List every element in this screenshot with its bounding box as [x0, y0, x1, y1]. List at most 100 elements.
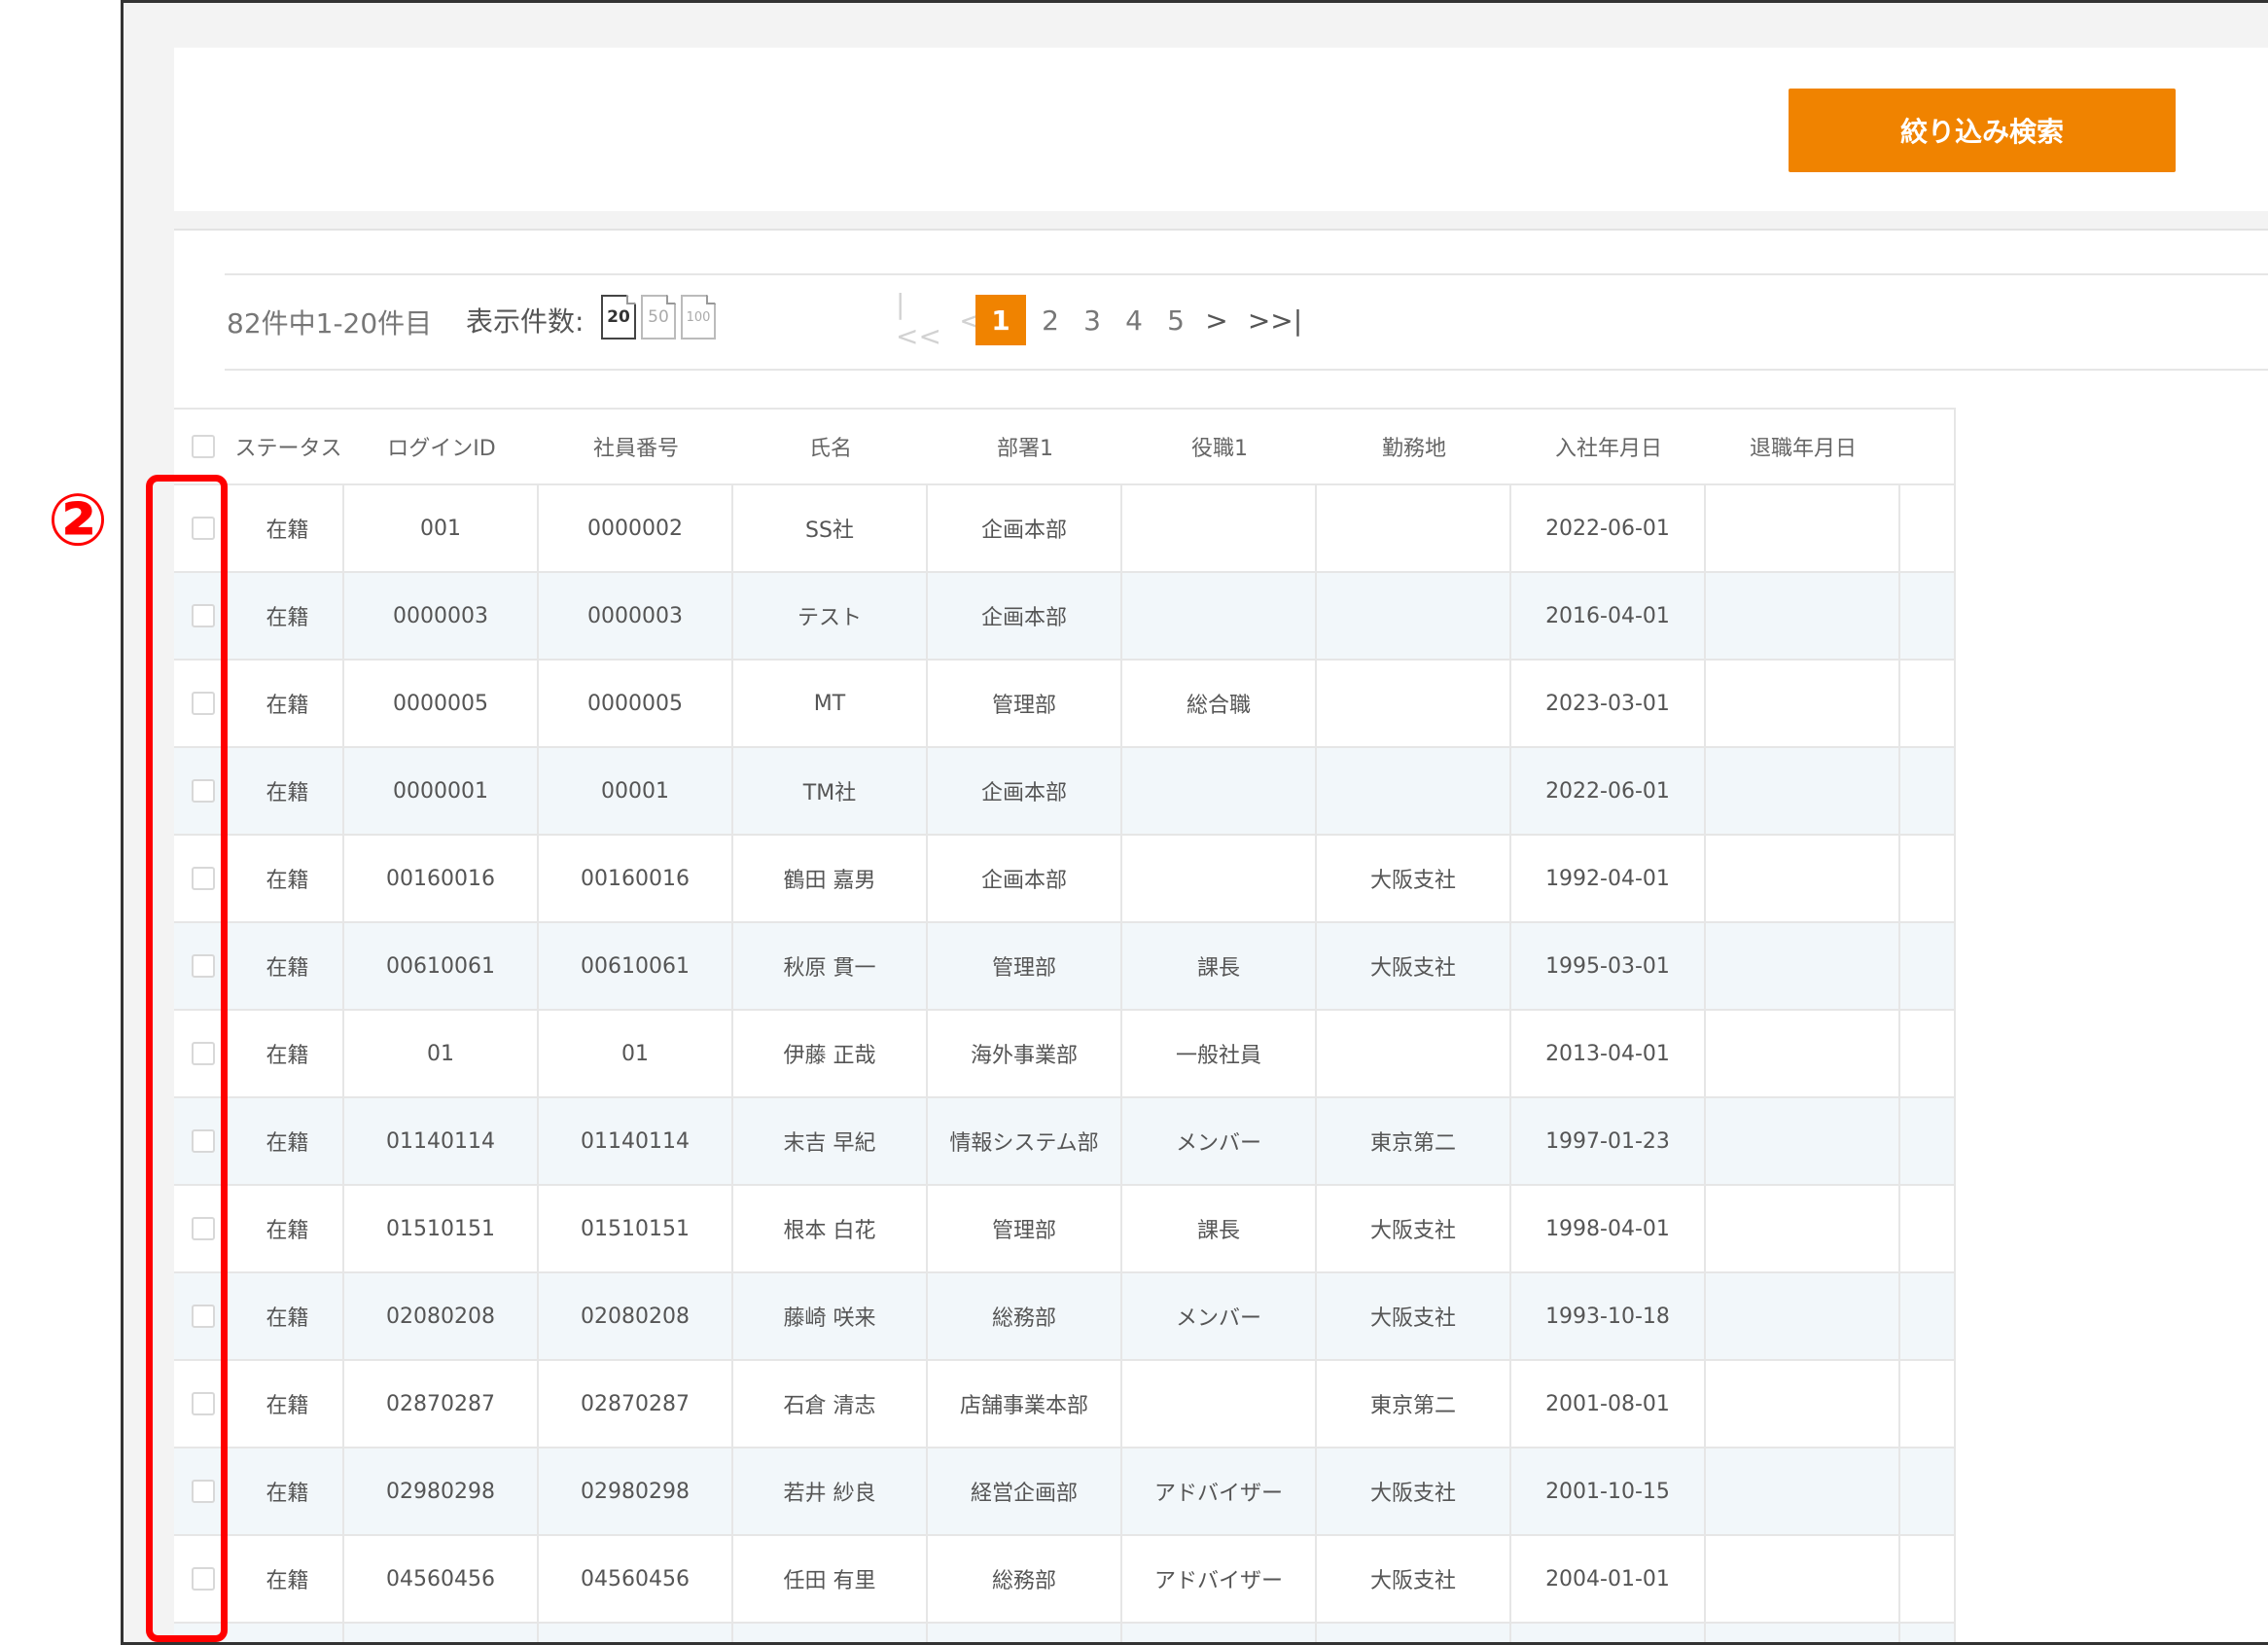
row-checkbox[interactable] [192, 1392, 215, 1415]
table-cell: 鶴田 嘉男 [733, 836, 928, 921]
annotation-number-marker: ② [47, 479, 109, 562]
table-row[interactable]: 在籍 04560456 04560456 任田 有里 総務部 アドバイザー 大阪支社 2004… [174, 1536, 1954, 1624]
table-cell: 総務部 [928, 1536, 1122, 1622]
table-cell: 大阪支社 [1317, 923, 1511, 1009]
page-button-3[interactable]: 3 [1072, 295, 1113, 345]
table-cell [1706, 1273, 1900, 1359]
row-checkbox[interactable] [192, 1042, 215, 1065]
table-cell: 大阪支社 [1317, 1448, 1511, 1534]
table-cell: 大阪支社 [1317, 1186, 1511, 1271]
table-cell: 01140114 [344, 1098, 539, 1184]
table-cell: 総合職 [1122, 661, 1317, 746]
table-cell: 総務部 [928, 1273, 1122, 1359]
column-header[interactable]: 入社年月日 [1511, 410, 1706, 483]
table-row[interactable]: 在籍 0000003 0000003 テスト 企画本部 2016-04-01 [174, 573, 1954, 661]
table-row[interactable]: 在籍 00610061 00610061 秋原 貫一 管理部 課長 大阪支社 1995-03-… [174, 923, 1954, 1011]
table-cell: 01 [344, 1011, 539, 1096]
first-page-icon[interactable]: |<< [896, 288, 944, 352]
employee-table: ステータス ログインID 社員番号 氏名 部署1 役職1 勤務地 入社年月日 退… [174, 408, 1954, 1642]
table-row[interactable]: 在籍 01 01 伊藤 正哉 海外事業部 一般社員 2013-04-01 [174, 1011, 1954, 1098]
table-cell: 藤崎 咲来 [733, 1273, 928, 1359]
table-cell [1511, 1624, 1706, 1642]
next-page-icon[interactable]: > [1197, 295, 1236, 345]
table-cell: 2016-04-01 [1511, 573, 1706, 659]
page-button-1[interactable]: 1 [975, 295, 1026, 345]
table-row[interactable]: 在籍 02870287 02870287 石倉 清志 店舗事業本部 東京第二 2001-08… [174, 1361, 1954, 1448]
row-select-cell [174, 1186, 232, 1271]
table-cell: 00610061 [539, 923, 733, 1009]
row-checkbox[interactable] [192, 1129, 215, 1153]
row-checkbox[interactable] [192, 692, 215, 715]
row-select-cell [174, 1448, 232, 1534]
table-row[interactable]: 在籍 01510151 01510151 根本 白花 管理部 課長 大阪支社 1998-04-… [174, 1186, 1954, 1273]
list-toolbar: 82件中1-20件目 表示件数: 20 50 100 |<< < 1 2 3 4 [225, 273, 2268, 371]
table-cell: 02980298 [539, 1448, 733, 1534]
table-row[interactable]: 在籍 01140114 01140114 末吉 早紀 情報システム部 メンバー 東京第二 19… [174, 1098, 1954, 1186]
table-cell: 1997-01-23 [1511, 1098, 1706, 1184]
table-row[interactable]: 在籍 0000001 00001 TM社 企画本部 2022-06-01 [174, 748, 1954, 836]
row-checkbox[interactable] [192, 954, 215, 978]
column-header[interactable]: ステータス [232, 410, 344, 483]
row-select-cell [174, 1361, 232, 1447]
table-cell: 在籍 [232, 1448, 344, 1534]
filter-search-button[interactable]: 絞り込み検索 [1789, 89, 2176, 172]
table-cell: 海外事業部 [928, 1011, 1122, 1096]
table-row[interactable]: 在籍 001 0000002 SS社 企画本部 2022-06-01 [174, 485, 1954, 573]
table-cell: 課長 [1122, 923, 1317, 1009]
column-header[interactable]: 退職年月日 [1706, 410, 1900, 483]
table-cell: 001 [344, 485, 539, 571]
table-cell: 00160016 [539, 836, 733, 921]
row-select-cell [174, 1273, 232, 1359]
table-cell [1706, 1186, 1900, 1271]
page-button-2[interactable]: 2 [1030, 295, 1071, 345]
table-cell: 東京第二 [1317, 1098, 1511, 1184]
table-cell: 石倉 清志 [733, 1361, 928, 1447]
table-row[interactable]: 在籍 00160016 00160016 鶴田 嘉男 企画本部 大阪支社 1992-04-0… [174, 836, 1954, 923]
row-checkbox[interactable] [192, 867, 215, 890]
row-select-cell [174, 1011, 232, 1096]
row-select-cell [174, 923, 232, 1009]
table-cell [1317, 661, 1511, 746]
table-row[interactable]: 在籍 0000005 0000005 MT 管理部 総合職 2023-03-01 [174, 661, 1954, 748]
table-row[interactable]: 在籍 02080208 02080208 藤崎 咲来 総務部 メンバー 大阪支社 1993-1… [174, 1273, 1954, 1361]
table-cell [1706, 836, 1900, 921]
column-header[interactable]: 部署1 [928, 410, 1122, 483]
table-cell: 2013-04-01 [1511, 1011, 1706, 1096]
row-select-cell [174, 1536, 232, 1622]
page-button-4[interactable]: 4 [1114, 295, 1154, 345]
table-cell [1706, 1624, 1900, 1642]
table-cell: 00001 [539, 748, 733, 834]
table-cell [1706, 485, 1900, 571]
table-cell: 管理部 [928, 661, 1122, 746]
table-cell: 根本 白花 [733, 1186, 928, 1271]
row-checkbox[interactable] [192, 1480, 215, 1503]
table-row[interactable] [174, 1624, 1954, 1642]
column-header[interactable]: 勤務地 [1317, 410, 1511, 483]
row-select-cell [174, 573, 232, 659]
row-checkbox[interactable] [192, 1217, 215, 1240]
row-checkbox[interactable] [192, 517, 215, 540]
column-header[interactable]: 社員番号 [539, 410, 733, 483]
table-cell [1706, 1011, 1900, 1096]
table-cell [1317, 485, 1511, 571]
table-cell: 2004-01-01 [1511, 1536, 1706, 1622]
row-checkbox[interactable] [192, 604, 215, 627]
last-page-icon[interactable]: >>| [1248, 295, 1302, 345]
column-header[interactable]: 氏名 [733, 410, 928, 483]
table-cell [1706, 573, 1900, 659]
row-select-cell [174, 485, 232, 571]
column-header[interactable]: 役職1 [1122, 410, 1317, 483]
row-checkbox[interactable] [192, 1305, 215, 1328]
column-header[interactable]: ログインID [344, 410, 539, 483]
table-cell: 2001-08-01 [1511, 1361, 1706, 1447]
table-cell: 0000002 [539, 485, 733, 571]
select-all-checkbox[interactable] [192, 435, 215, 458]
table-cell [539, 1624, 733, 1642]
row-checkbox[interactable] [192, 1567, 215, 1591]
table-cell: 0000005 [344, 661, 539, 746]
table-cell [1706, 1448, 1900, 1534]
table-cell: 00610061 [344, 923, 539, 1009]
row-checkbox[interactable] [192, 779, 215, 803]
table-row[interactable]: 在籍 02980298 02980298 若井 紗良 経営企画部 アドバイザー 大阪支社 20… [174, 1448, 1954, 1536]
page-button-5[interactable]: 5 [1155, 295, 1196, 345]
